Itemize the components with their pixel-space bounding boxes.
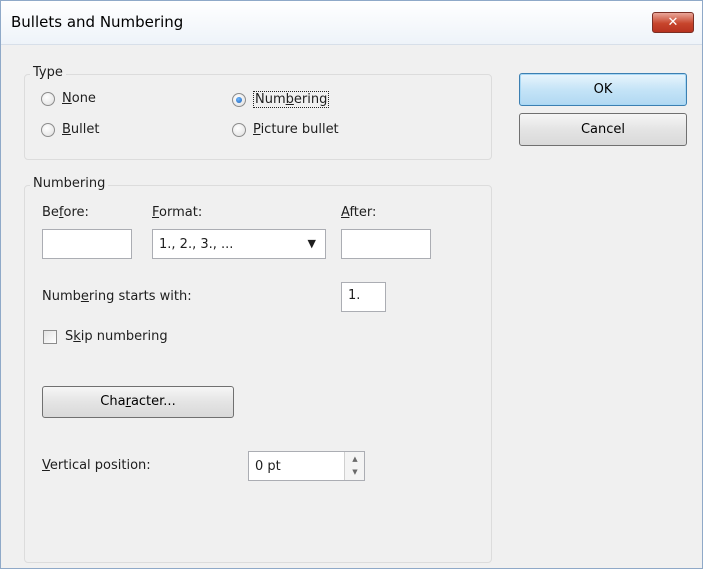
after-label: After: <box>341 205 377 220</box>
radio-picture-bullet-label: Picture bullet <box>253 122 339 137</box>
before-input[interactable] <box>42 229 132 259</box>
numbering-group-title: Numbering <box>30 176 109 191</box>
dialog-window: Bullets and Numbering ✕ Type None Number… <box>0 0 703 569</box>
radio-picture-bullet[interactable]: Picture bullet <box>232 122 339 137</box>
chevron-down-icon[interactable]: ▼ <box>308 237 316 250</box>
character-button[interactable]: Character... <box>42 386 234 418</box>
spin-up-icon[interactable]: ▲ <box>345 452 365 466</box>
close-button[interactable]: ✕ <box>652 12 694 33</box>
before-label: Before: <box>42 205 89 220</box>
radio-numbering-label: Numbering <box>253 91 330 108</box>
type-group-title: Type <box>30 65 66 80</box>
close-icon: ✕ <box>667 15 679 30</box>
skip-numbering-label: Skip numbering <box>65 329 168 344</box>
window-title: Bullets and Numbering <box>11 13 184 31</box>
radio-none-label: None <box>62 91 96 106</box>
type-groupbox <box>24 74 492 160</box>
vertical-position-label: Vertical position: <box>42 458 151 473</box>
spin-down-icon[interactable]: ▼ <box>345 466 365 480</box>
radio-numbering[interactable]: Numbering <box>232 91 330 108</box>
radio-none[interactable]: None <box>41 91 96 106</box>
radio-bullet-circle[interactable] <box>41 122 55 137</box>
radio-picture-bullet-circle[interactable] <box>232 122 246 137</box>
after-input[interactable] <box>341 229 431 259</box>
starts-with-label: Numbering starts with: <box>42 289 192 304</box>
format-select[interactable]: 1., 2., 3., ... ▼ <box>152 229 326 259</box>
skip-numbering-checkbox[interactable]: Skip numbering <box>43 329 168 344</box>
format-select-value: 1., 2., 3., ... <box>159 237 234 252</box>
spinner-buttons: ▲ ▼ <box>344 452 364 480</box>
radio-bullet-label: Bullet <box>62 122 100 137</box>
radio-none-circle[interactable] <box>41 91 55 106</box>
starts-with-input[interactable]: 1. <box>341 282 386 312</box>
ok-button[interactable]: OK <box>519 73 687 106</box>
radio-numbering-circle[interactable] <box>232 92 246 107</box>
vertical-position-value[interactable]: 0 pt <box>255 459 281 474</box>
skip-numbering-box[interactable] <box>43 329 57 344</box>
vertical-position-spinner[interactable]: 0 pt ▲ ▼ <box>248 451 365 481</box>
dialog-body: Type None Numbering Bullet Picture bulle… <box>1 46 702 568</box>
radio-bullet[interactable]: Bullet <box>41 122 99 137</box>
title-bar: Bullets and Numbering ✕ <box>1 1 702 45</box>
format-label: Format: <box>152 205 203 220</box>
cancel-button[interactable]: Cancel <box>519 113 687 146</box>
